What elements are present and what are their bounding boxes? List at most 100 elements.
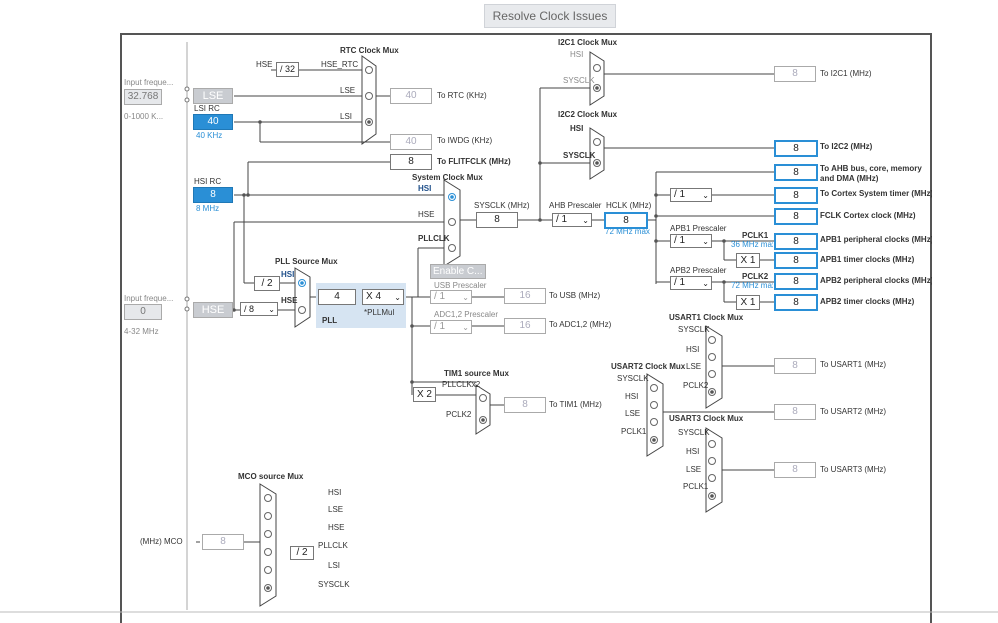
pll-multiplier-value: X 4 <box>366 291 382 302</box>
usart1-sysclk-label: SYSCLK <box>678 325 710 334</box>
ahb-bus-output-value: 8 <box>774 164 818 181</box>
hse-button[interactable]: HSE <box>193 302 233 318</box>
usart2-pclk1-label: PCLK1 <box>621 427 647 436</box>
chevron-down-icon: ⌄ <box>582 216 589 225</box>
ahb-prescaler-label: AHB Prescaler <box>549 201 602 210</box>
ahb-prescaler-select[interactable]: / 1 ⌄ <box>552 213 592 227</box>
cortex-timer-div-value: / 1 <box>674 189 686 200</box>
cortex-timer-label: To Cortex System timer (MHz) <box>820 189 932 198</box>
sysmux-pllclk-label: PLLCLK <box>418 234 450 243</box>
usb-prescaler-value: / 1 <box>434 291 446 302</box>
mco-pllclk-label: PLLCLK <box>318 541 348 550</box>
chevron-down-icon: ⌄ <box>702 191 709 200</box>
flitfclk-output-value: 8 <box>390 154 432 170</box>
sysclk-label: SYSCLK (MHz) <box>474 201 530 210</box>
i2c2-mux-title: I2C2 Clock Mux <box>558 110 618 119</box>
i2c1-sysclk-label: SYSCLK <box>563 76 595 85</box>
apb1-max-label: 36 MHz max <box>731 240 773 249</box>
apb2-prescaler-select[interactable]: / 1 ⌄ <box>670 276 712 290</box>
lsi-value: 40 <box>193 114 233 130</box>
hsi-frequency-label: 8 MHz <box>196 204 220 213</box>
usb-prescaler-select[interactable]: / 1 ⌄ <box>430 290 472 304</box>
ahb-bus-output-label: To AHB bus, core, memory and DMA (MHz) <box>820 164 922 183</box>
chevron-down-icon: ⌄ <box>462 293 469 302</box>
usart2-lse-label: LSE <box>625 409 641 418</box>
usart1-pclk2-label: PCLK2 <box>683 381 709 390</box>
apb2-prescaler-label: APB2 Prescaler <box>670 266 727 275</box>
apb2-timer-label: APB2 timer clocks (MHz) <box>820 297 915 306</box>
lse-input-label: Input freque... <box>124 78 174 87</box>
rtc-div32: / 32 <box>276 62 299 77</box>
usart2-mux-title: USART2 Clock Mux <box>611 362 686 371</box>
apb1-timer-value: 8 <box>774 252 818 269</box>
tim1-output-label: To TIM1 (MHz) <box>549 400 602 409</box>
apb2-pclk2-label: PCLK2 <box>742 272 769 281</box>
rtc-hse-rtc-label: HSE_RTC <box>321 60 359 69</box>
usart2-sysclk-label: SYSCLK <box>617 374 649 383</box>
adc-prescaler-value: / 1 <box>434 321 446 332</box>
usart3-output-value: 8 <box>774 462 816 478</box>
rtc-mux-title: RTC Clock Mux <box>340 46 399 55</box>
usart1-mux-title: USART1 Clock Mux <box>669 313 744 322</box>
i2c2-output-label: To I2C2 (MHz) <box>820 142 873 151</box>
usart1-hsi-label: HSI <box>686 345 700 354</box>
chevron-down-icon: ⌄ <box>462 323 469 332</box>
apb1-peripheral-value: 8 <box>774 233 818 250</box>
i2c2-sysclk-label: SYSCLK <box>563 151 596 160</box>
mco-lsi-label: LSI <box>328 561 341 570</box>
adc-prescaler-select[interactable]: / 1 ⌄ <box>430 320 472 334</box>
apb1-pclk1-label: PCLK1 <box>742 231 769 240</box>
apb1-prescaler-label: APB1 Prescaler <box>670 224 727 233</box>
usart3-sysclk-label: SYSCLK <box>678 428 710 437</box>
chevron-down-icon: ⌄ <box>702 279 709 288</box>
pll-multiplier-select[interactable]: X 4 ⌄ <box>362 289 404 305</box>
chevron-down-icon: ⌄ <box>394 293 401 302</box>
pll-source-mux-title: PLL Source Mux <box>275 257 338 266</box>
pllsrc-hsi-label: HSI <box>281 270 295 279</box>
usart3-lse-label: LSE <box>686 465 702 474</box>
mco-sysclk-label: SYSCLK <box>318 580 350 589</box>
adc-output-value: 16 <box>504 318 546 334</box>
i2c2-output-value: 8 <box>774 140 818 157</box>
lse-frequency-input[interactable]: 32.768 <box>124 89 162 105</box>
mco-hsi-label: HSI <box>328 488 342 497</box>
hclk-label: HCLK (MHz) <box>606 201 652 210</box>
usart2-output-value: 8 <box>774 404 816 420</box>
sysmux-hsi-label: HSI <box>418 184 432 193</box>
tim1-output-value: 8 <box>504 397 546 413</box>
lse-range-label: 0-1000 K... <box>124 112 164 121</box>
i2c1-output-label: To I2C1 (MHz) <box>820 69 872 78</box>
tim1-x2: X 2 <box>413 387 436 402</box>
i2c1-hsi-label: HSI <box>570 50 584 59</box>
cortex-timer-value: 8 <box>774 187 818 204</box>
lsi-frequency-label: 40 KHz <box>196 131 223 140</box>
lse-button[interactable]: LSE <box>193 88 233 104</box>
hsi-value: 8 <box>193 187 233 203</box>
i2c1-mux-title: I2C1 Clock Mux <box>558 38 618 47</box>
hsi-rc-label: HSI RC <box>194 177 222 186</box>
hse-frequency-input[interactable]: 0 <box>124 304 162 320</box>
usart1-output-value: 8 <box>774 358 816 374</box>
system-clock-mux-title: System Clock Mux <box>412 173 483 182</box>
hse-range-label: 4-32 MHz <box>124 327 159 336</box>
usart3-mux-title: USART3 Clock Mux <box>669 414 744 423</box>
apb2-max-label: 72 MHz max <box>731 281 773 290</box>
usart1-lse-label: LSE <box>686 362 702 371</box>
sysclk-value: 8 <box>476 212 518 228</box>
usb-output-label: To USB (MHz) <box>549 291 601 300</box>
usart3-pclk1-label: PCLK1 <box>683 482 709 491</box>
mco-pll-div2: / 2 <box>290 546 314 560</box>
cortex-timer-div-select[interactable]: / 1 ⌄ <box>670 188 712 202</box>
rtc-output-label: To RTC (KHz) <box>437 91 487 100</box>
apb2-timer-multiplier: X 1 <box>736 295 760 310</box>
enable-css-button[interactable]: Enable C... <box>430 264 486 279</box>
hse-prediv-select[interactable]: / 8 ⌄ <box>240 302 278 316</box>
i2c2-hsi-label: HSI <box>570 124 584 133</box>
apb2-peripheral-value: 8 <box>774 273 818 290</box>
pll-hsi-div2: / 2 <box>254 276 280 291</box>
apb2-peripheral-label: APB2 peripheral clocks (MHz) <box>820 276 932 285</box>
usart1-output-label: To USART1 (MHz) <box>820 360 887 369</box>
fclk-value: 8 <box>774 208 818 225</box>
apb1-prescaler-select[interactable]: / 1 ⌄ <box>670 234 712 248</box>
usart3-output-label: To USART3 (MHz) <box>820 465 887 474</box>
